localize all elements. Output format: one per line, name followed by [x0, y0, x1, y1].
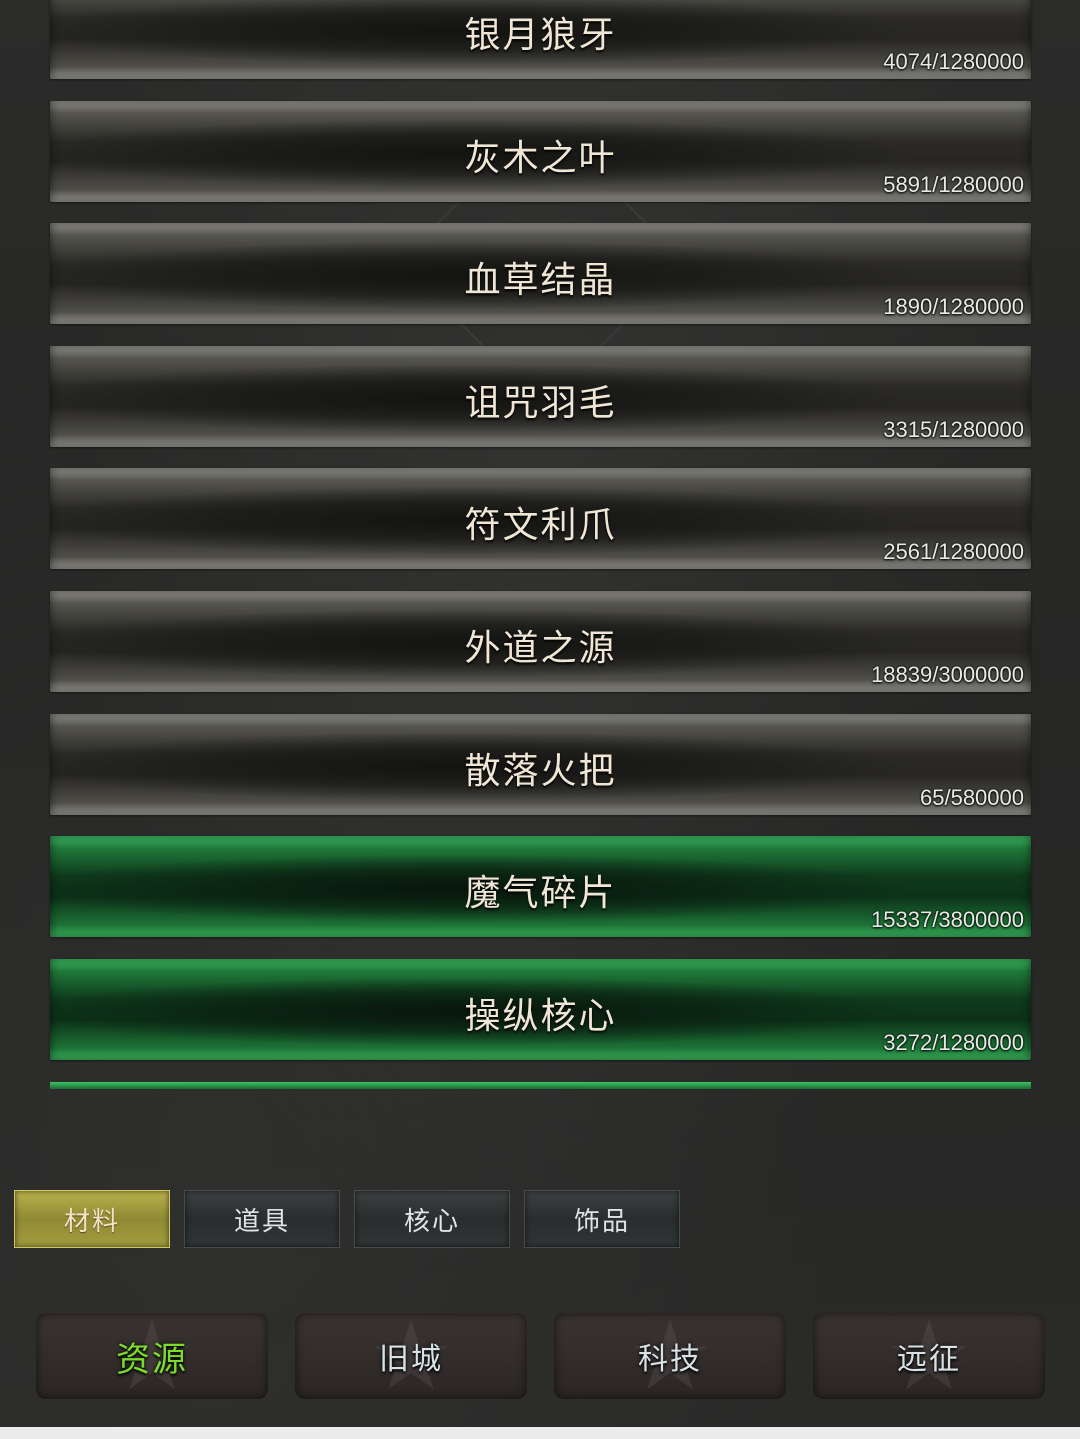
- nav-old-city-button[interactable]: ★ 旧城: [295, 1308, 527, 1404]
- nav-expedition-button[interactable]: ★ 远征: [813, 1308, 1045, 1404]
- game-screen: 银月狼牙 4074/1280000 灰木之叶 5891/1280000 血草结晶…: [0, 0, 1080, 1439]
- resource-row-rune-claw[interactable]: 符文利爪 2561/1280000: [50, 468, 1031, 570]
- resource-row-control-core[interactable]: 操纵核心 3272/1280000: [50, 958, 1031, 1060]
- resource-row-silver-moon-wolf-fang[interactable]: 银月狼牙 4074/1280000: [50, 0, 1031, 79]
- bottom-nav: ★ 资源 ★ 旧城 ★ 科技 ★ 远征: [36, 1308, 1046, 1404]
- resource-count: 4074/1280000: [883, 49, 1024, 74]
- resource-row-cursed-feather[interactable]: 诅咒羽毛 3315/1280000: [50, 345, 1031, 447]
- resource-name: 散落火把: [464, 750, 617, 792]
- resource-list: 银月狼牙 4074/1280000 灰木之叶 5891/1280000 血草结晶…: [50, 0, 1031, 1081]
- tab-materials[interactable]: 材料: [14, 1190, 170, 1248]
- resource-count: 1890/1280000: [883, 294, 1024, 320]
- tab-items[interactable]: 道具: [184, 1190, 340, 1248]
- resource-count: 5891/1280000: [883, 171, 1024, 197]
- nav-label: 科技: [638, 1342, 702, 1377]
- category-tabs: 材料 道具 核心 饰品: [14, 1190, 680, 1248]
- resource-count: 2561/1280000: [883, 539, 1024, 565]
- resource-count: 65/580000: [920, 784, 1024, 810]
- nav-tech-button[interactable]: ★ 科技: [554, 1308, 786, 1404]
- resource-row-ashwood-leaf[interactable]: 灰木之叶 5891/1280000: [50, 100, 1031, 202]
- nav-label: 资源: [116, 1339, 188, 1380]
- resource-count: 3315/1280000: [883, 416, 1024, 442]
- tab-accessories[interactable]: 饰品: [524, 1190, 680, 1248]
- resource-row-scattered-torch[interactable]: 散落火把 65/580000: [50, 713, 1031, 815]
- tab-cores[interactable]: 核心: [354, 1190, 510, 1248]
- resource-count: 3272/1280000: [883, 1029, 1024, 1055]
- resource-row-bloodgrass-crystal[interactable]: 血草结晶 1890/1280000: [50, 223, 1031, 325]
- resource-row-heresy-source[interactable]: 外道之源 18839/3000000: [50, 590, 1031, 692]
- resource-count: 18839/3000000: [871, 661, 1024, 687]
- nav-label: 远征: [897, 1342, 961, 1377]
- nav-label: 旧城: [379, 1342, 443, 1377]
- resource-count: 15337/3800000: [871, 907, 1024, 933]
- resource-row-demonic-shard[interactable]: 魔气碎片 15337/3800000: [50, 836, 1031, 938]
- nav-resources-button[interactable]: ★ 资源: [36, 1308, 268, 1404]
- resource-row-partial[interactable]: [50, 1082, 1031, 1089]
